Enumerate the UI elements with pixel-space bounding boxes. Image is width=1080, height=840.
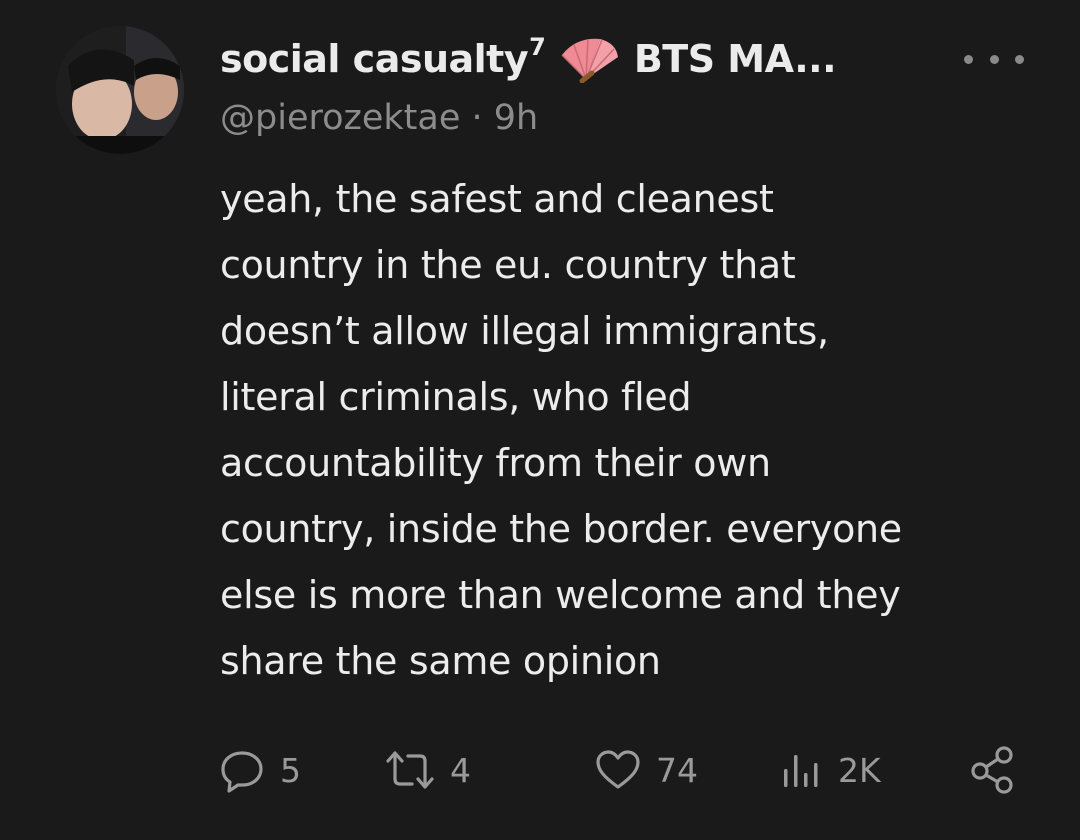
timestamp[interactable]: 9h	[494, 98, 538, 138]
more-options-icon[interactable]	[964, 44, 1024, 74]
handle-line: @pierozektae · 9h	[220, 98, 538, 138]
display-name[interactable]: social casualty	[220, 37, 529, 81]
handle[interactable]: @pierozektae	[220, 98, 460, 138]
repost-count: 4	[450, 750, 471, 790]
avatar[interactable]	[56, 26, 184, 154]
tweet-text-line: literal criminals, who fled	[220, 375, 692, 419]
display-name-superscript: 7	[529, 33, 546, 61]
action-bar: 5 4 74 2K	[220, 740, 1030, 800]
reply-icon	[220, 747, 266, 793]
folding-fan-icon	[558, 35, 622, 84]
tweet-text-line: yeah, the safest and cleanest	[220, 177, 774, 221]
like-button[interactable]: 74	[594, 740, 698, 800]
tweet: social casualty 7 BTS MA... @pierozektae…	[0, 0, 1080, 840]
tweet-text-line: else is more than welcome and they	[220, 573, 901, 617]
views-count: 2K	[838, 750, 881, 790]
tweet-text-line: share the same opinion	[220, 639, 661, 683]
tweet-text: yeah, the safest and cleanest country in…	[220, 166, 1040, 694]
views-button[interactable]: 2K	[778, 740, 881, 800]
display-name-suffix: BTS MA...	[633, 37, 837, 81]
tweet-text-line: doesn’t allow illegal immigrants,	[220, 309, 829, 353]
repost-button[interactable]: 4	[384, 740, 471, 800]
reply-count: 5	[280, 750, 301, 790]
separator: ·	[460, 98, 494, 138]
tweet-text-line: country in the eu. country that	[220, 243, 796, 287]
reply-button[interactable]: 5	[220, 740, 301, 800]
repost-icon	[384, 747, 436, 793]
like-count: 74	[656, 750, 698, 790]
share-icon	[968, 745, 1020, 795]
tweet-text-line: accountability from their own	[220, 441, 771, 485]
heart-icon	[594, 747, 642, 793]
tweet-text-line: country, inside the border. everyone	[220, 507, 902, 551]
author-line: social casualty 7 BTS MA...	[220, 33, 837, 84]
share-button[interactable]	[968, 740, 1020, 800]
avatar-photo	[56, 26, 184, 154]
views-chart-icon	[778, 747, 824, 793]
